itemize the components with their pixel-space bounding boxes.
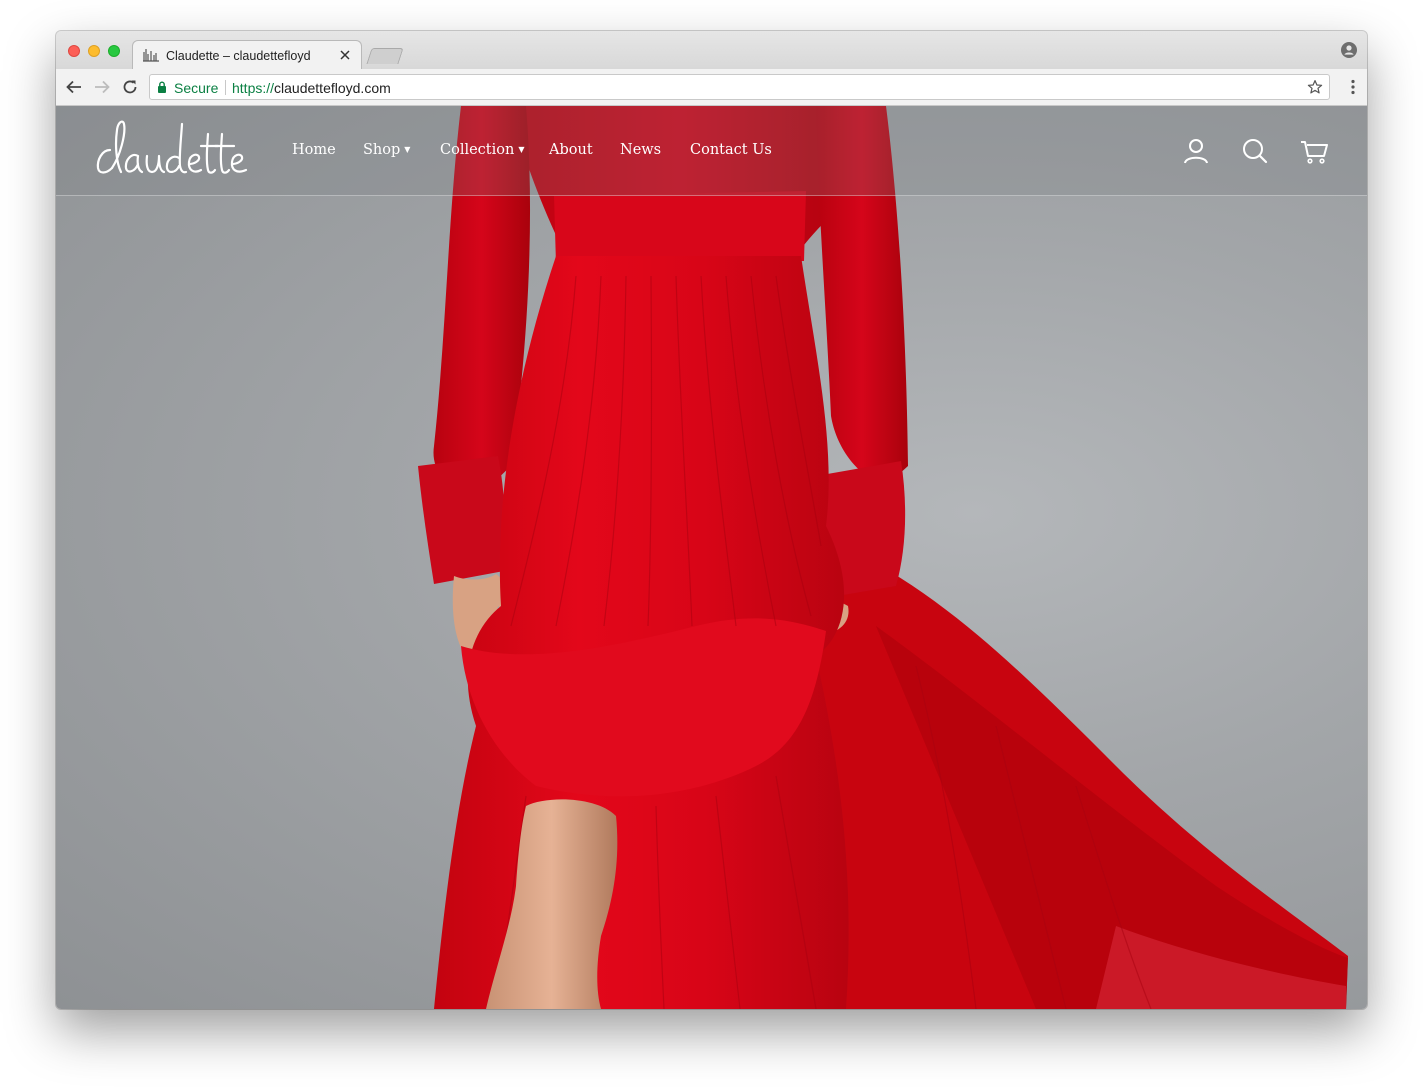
nav-home-label: Home [292,142,336,158]
close-tab-icon[interactable] [337,47,353,63]
lock-icon [158,81,166,93]
nav-about-label: About [549,142,593,158]
tab-title: Claudette – claudettefloyd [166,49,311,63]
nav-collection-label: Collection [440,142,515,158]
cart-icon[interactable] [1300,137,1328,165]
web-page: Home Shop ▼ Collection ▼ About News Contac… [56,106,1367,1009]
url-text[interactable]: https://claudettefloyd.com [232,80,391,96]
secure-label: Secure [174,80,219,96]
chevron-down-icon: ▼ [404,145,411,154]
browser-toolbar: Secure https://claudettefloyd.com [56,69,1367,106]
reload-icon[interactable] [121,78,139,96]
address-bar[interactable]: Secure https://claudettefloyd.com [149,74,1330,100]
browser-window: Claudette – claudettefloyd Secure https:… [56,31,1367,1009]
nav-shop-label: Shop [363,142,401,158]
nav-contact-us-label: Contact Us [690,142,772,158]
tab-strip: Claudette – claudettefloyd [56,31,1367,70]
url-host: claudettefloyd.com [274,80,391,96]
minimize-window-button[interactable] [88,45,100,57]
profile-icon[interactable] [1341,42,1357,58]
nav-news-label: News [620,142,662,158]
browser-tab[interactable]: Claudette – claudettefloyd [132,40,362,70]
site-header: Home Shop ▼ Collection ▼ About News Contac… [56,106,1367,196]
chevron-down-icon: ▼ [518,145,525,154]
close-window-button[interactable] [68,45,80,57]
zoom-window-button[interactable] [108,45,120,57]
url-divider [225,80,226,95]
hero-image [418,106,1348,1009]
back-arrow-icon[interactable] [65,78,83,96]
nav-about[interactable]: About [549,142,593,158]
claudette-logo[interactable] [94,116,250,184]
bookmark-star-icon[interactable] [1307,79,1323,95]
nav-news[interactable]: News [620,142,661,158]
account-icon[interactable] [1182,137,1210,165]
forward-arrow-icon[interactable] [93,78,111,96]
new-tab-button[interactable] [366,48,404,64]
nav-contact-us[interactable]: Contact Us [690,142,772,158]
nav-collection[interactable]: Collection ▼ [440,142,525,158]
browser-menu-icon[interactable] [1351,79,1355,95]
favicon-icon [143,49,159,62]
nav-shop[interactable]: Shop ▼ [363,142,410,158]
search-icon[interactable] [1241,137,1269,165]
url-scheme: https:// [232,80,275,96]
nav-home[interactable]: Home [292,142,336,158]
